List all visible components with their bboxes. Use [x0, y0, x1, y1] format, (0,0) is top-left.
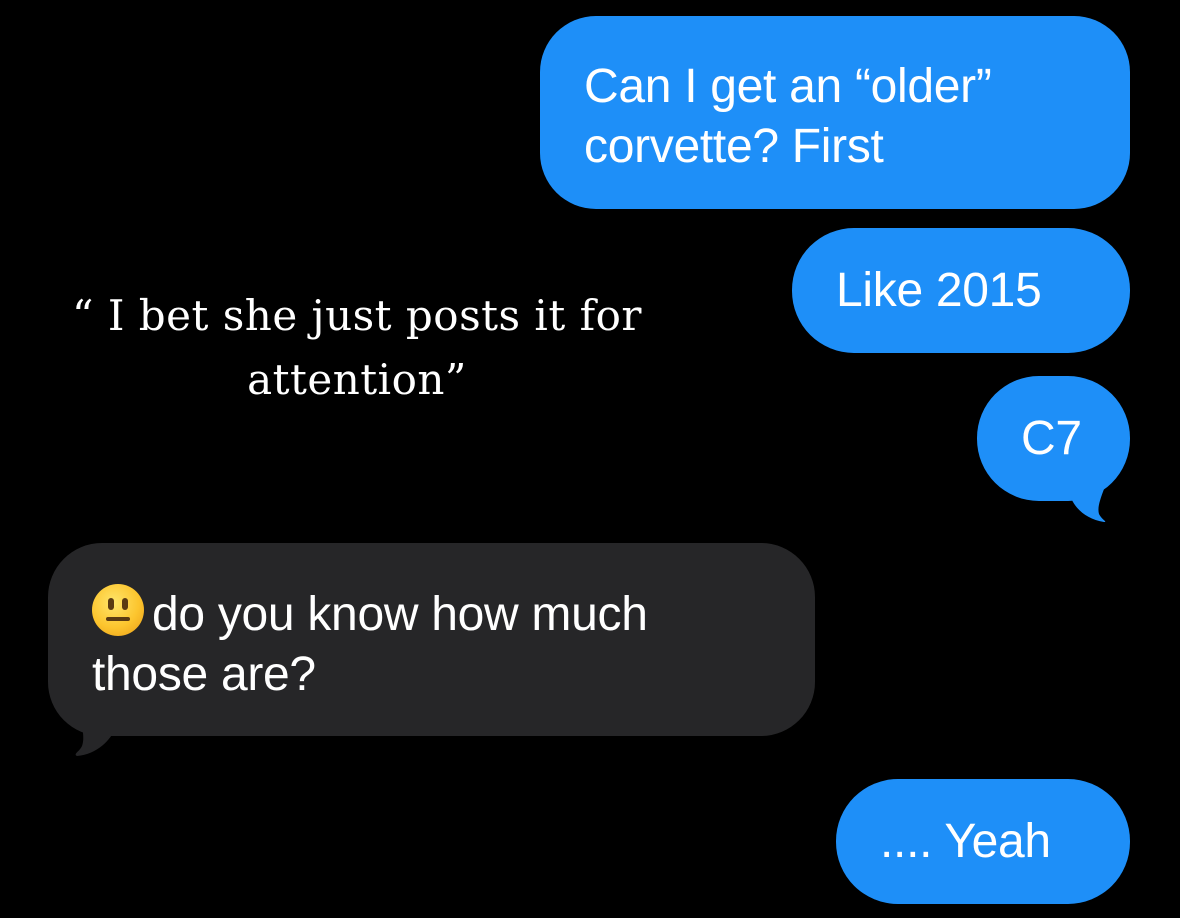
quote-line: attention” — [247, 355, 467, 404]
received-bubble-tail — [75, 700, 116, 756]
received-message-bubble[interactable]: do you know how much those are? — [48, 543, 815, 736]
message-text-line: corvette? First — [584, 120, 884, 173]
sent-message-bubble[interactable]: Like 2015 — [792, 228, 1130, 353]
quote-line: “ I bet she just posts it for — [72, 291, 642, 340]
sent-message-bubble[interactable]: Can I get an “older” corvette? First — [540, 16, 1130, 209]
message-text: Like 2015 — [836, 264, 1042, 317]
message-text: do you know how much — [152, 588, 648, 641]
message-text-line: Can I get an “older” — [584, 60, 992, 113]
message-text: .... Yeah — [880, 815, 1051, 868]
quote-overlay-caption: “ I bet she just posts it for attention” — [32, 284, 682, 412]
message-text-line: those are? — [92, 648, 316, 701]
message-text: C7 — [1021, 412, 1082, 465]
neutral-face-emoji-icon — [92, 584, 144, 636]
sent-bubble-tail — [1070, 470, 1110, 522]
sent-message-bubble[interactable]: .... Yeah — [836, 779, 1130, 904]
message-text-line: do you know how much — [92, 584, 815, 645]
